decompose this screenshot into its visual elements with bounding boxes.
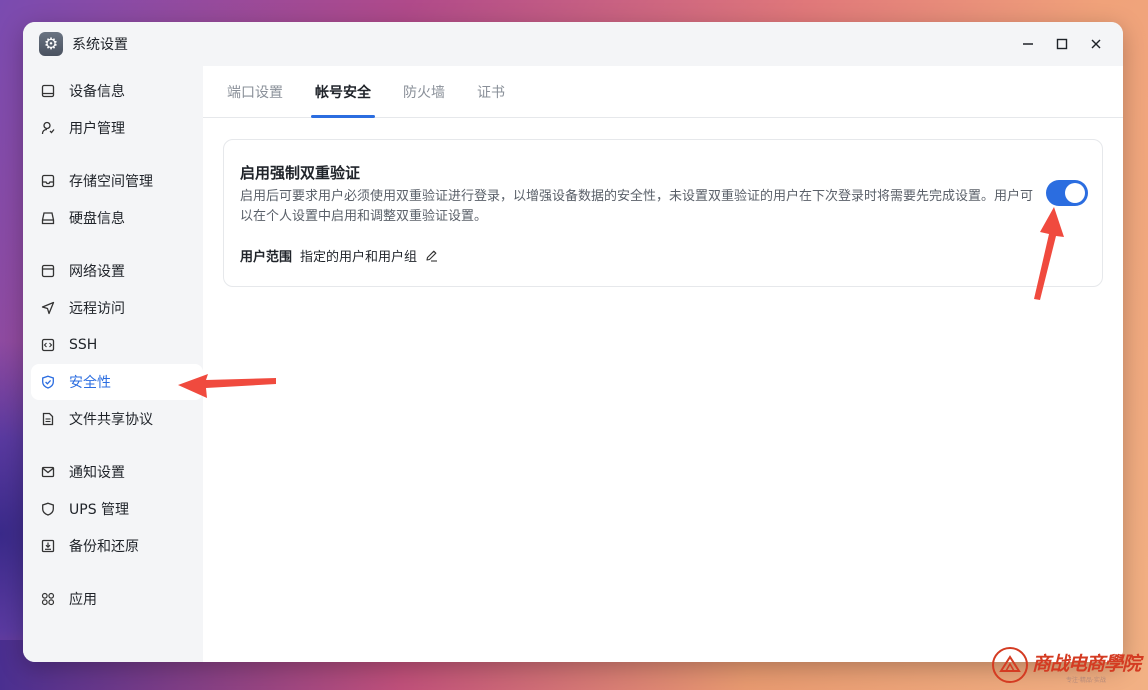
- disk-icon: [40, 210, 56, 226]
- sidebar-item-network[interactable]: 网络设置: [31, 253, 203, 289]
- sidebar-item-label: 备份和还原: [69, 539, 139, 555]
- watermark-text: 商战电商學院 专注·精品·实战: [1032, 647, 1141, 684]
- send-icon: [40, 300, 56, 316]
- sidebar-item-ssh[interactable]: SSH: [31, 327, 203, 363]
- sidebar-item-disk-info[interactable]: 硬盘信息: [31, 200, 203, 236]
- sidebar-item-storage[interactable]: 存储空间管理: [31, 163, 203, 199]
- sidebar-item-label: 存储空间管理: [69, 174, 153, 190]
- sidebar-item-label: 安全性: [69, 375, 111, 391]
- sidebar-item-label: 设备信息: [69, 84, 125, 100]
- user-icon: [40, 120, 56, 136]
- watermark-logo-icon: [992, 647, 1028, 683]
- window-controls: [1011, 30, 1113, 58]
- sidebar-item-security[interactable]: 安全性: [31, 364, 203, 400]
- watermark-sub: 专注·精品·实战: [1066, 677, 1106, 684]
- sidebar-item-user-management[interactable]: 用户管理: [31, 110, 203, 146]
- sidebar-item-label: 通知设置: [69, 465, 125, 481]
- sidebar-item-label: 文件共享协议: [69, 412, 153, 428]
- close-button[interactable]: [1079, 30, 1113, 58]
- device-icon: [40, 83, 56, 99]
- two-factor-card: 启用强制双重验证 启用后可要求用户必须使用双重验证进行登录，以增强设备数据的安全…: [223, 139, 1103, 287]
- backup-icon: [40, 538, 56, 554]
- card-title: 启用强制双重验证: [240, 164, 361, 182]
- apps-icon: [40, 591, 56, 607]
- settings-window: ⚙ 系统设置 设备信息 用户管理 存储空间管理 硬盘信息 网络设置 远程访问 S…: [23, 22, 1123, 662]
- sidebar-item-remote-access[interactable]: 远程访问: [31, 290, 203, 326]
- minimize-button[interactable]: [1011, 30, 1045, 58]
- tab-certificate[interactable]: 证书: [477, 66, 505, 118]
- edit-icon[interactable]: [425, 249, 438, 262]
- maximize-icon: [1056, 38, 1068, 50]
- card-description: 启用后可要求用户必须使用双重验证进行登录，以增强设备数据的安全性，未设置双重验证…: [240, 189, 1034, 224]
- sidebar-item-label: SSH: [69, 337, 98, 353]
- tab-account-security[interactable]: 帐号安全: [315, 66, 371, 118]
- sidebar-item-device-info[interactable]: 设备信息: [31, 73, 203, 109]
- user-scope-label: 用户范围: [240, 250, 293, 265]
- toggle-knob: [1065, 183, 1085, 203]
- main-content: 端口设置 帐号安全 防火墙 证书 启用强制双重验证 启用后可要求用户必须使用双重…: [203, 66, 1123, 662]
- tab-bar: 端口设置 帐号安全 防火墙 证书: [203, 66, 1123, 118]
- mail-icon: [40, 464, 56, 480]
- sidebar-item-apps[interactable]: 应用: [31, 581, 203, 617]
- watermark-main: 商战电商學院: [1032, 653, 1141, 675]
- sidebar: 设备信息 用户管理 存储空间管理 硬盘信息 网络设置 远程访问 SSH 安全性 …: [23, 66, 203, 662]
- sidebar-item-label: 应用: [69, 592, 97, 608]
- title-bar: ⚙ 系统设置: [23, 22, 1123, 66]
- user-scope-value: 指定的用户和用户组: [300, 250, 418, 265]
- shield-icon: [40, 501, 56, 517]
- minimize-icon: [1023, 43, 1033, 45]
- watermark: 商战电商學院 专注·精品·实战: [992, 644, 1142, 686]
- sidebar-item-label: 远程访问: [69, 301, 125, 317]
- shield-check-icon: [40, 374, 56, 390]
- close-icon: [1091, 39, 1101, 49]
- sidebar-item-label: 用户管理: [69, 121, 125, 137]
- code-icon: [40, 337, 56, 353]
- sidebar-item-label: 网络设置: [69, 264, 125, 280]
- tab-port-settings[interactable]: 端口设置: [227, 66, 283, 118]
- two-factor-toggle[interactable]: [1046, 180, 1088, 206]
- maximize-button[interactable]: [1045, 30, 1079, 58]
- network-icon: [40, 263, 56, 279]
- gear-icon: ⚙: [39, 32, 63, 56]
- active-tab-indicator: [311, 115, 375, 118]
- sidebar-item-label: 硬盘信息: [69, 211, 125, 227]
- sidebar-item-backup[interactable]: 备份和还原: [31, 528, 203, 564]
- file-icon: [40, 411, 56, 427]
- tab-firewall[interactable]: 防火墙: [403, 66, 445, 118]
- window-title: 系统设置: [72, 37, 128, 53]
- sidebar-item-ups[interactable]: UPS 管理: [31, 491, 203, 527]
- sidebar-item-file-sharing[interactable]: 文件共享协议: [31, 401, 203, 437]
- storage-icon: [40, 173, 56, 189]
- sidebar-item-notifications[interactable]: 通知设置: [31, 454, 203, 490]
- sidebar-item-label: UPS 管理: [69, 502, 130, 518]
- user-scope-row: 用户范围 指定的用户和用户组: [240, 246, 438, 265]
